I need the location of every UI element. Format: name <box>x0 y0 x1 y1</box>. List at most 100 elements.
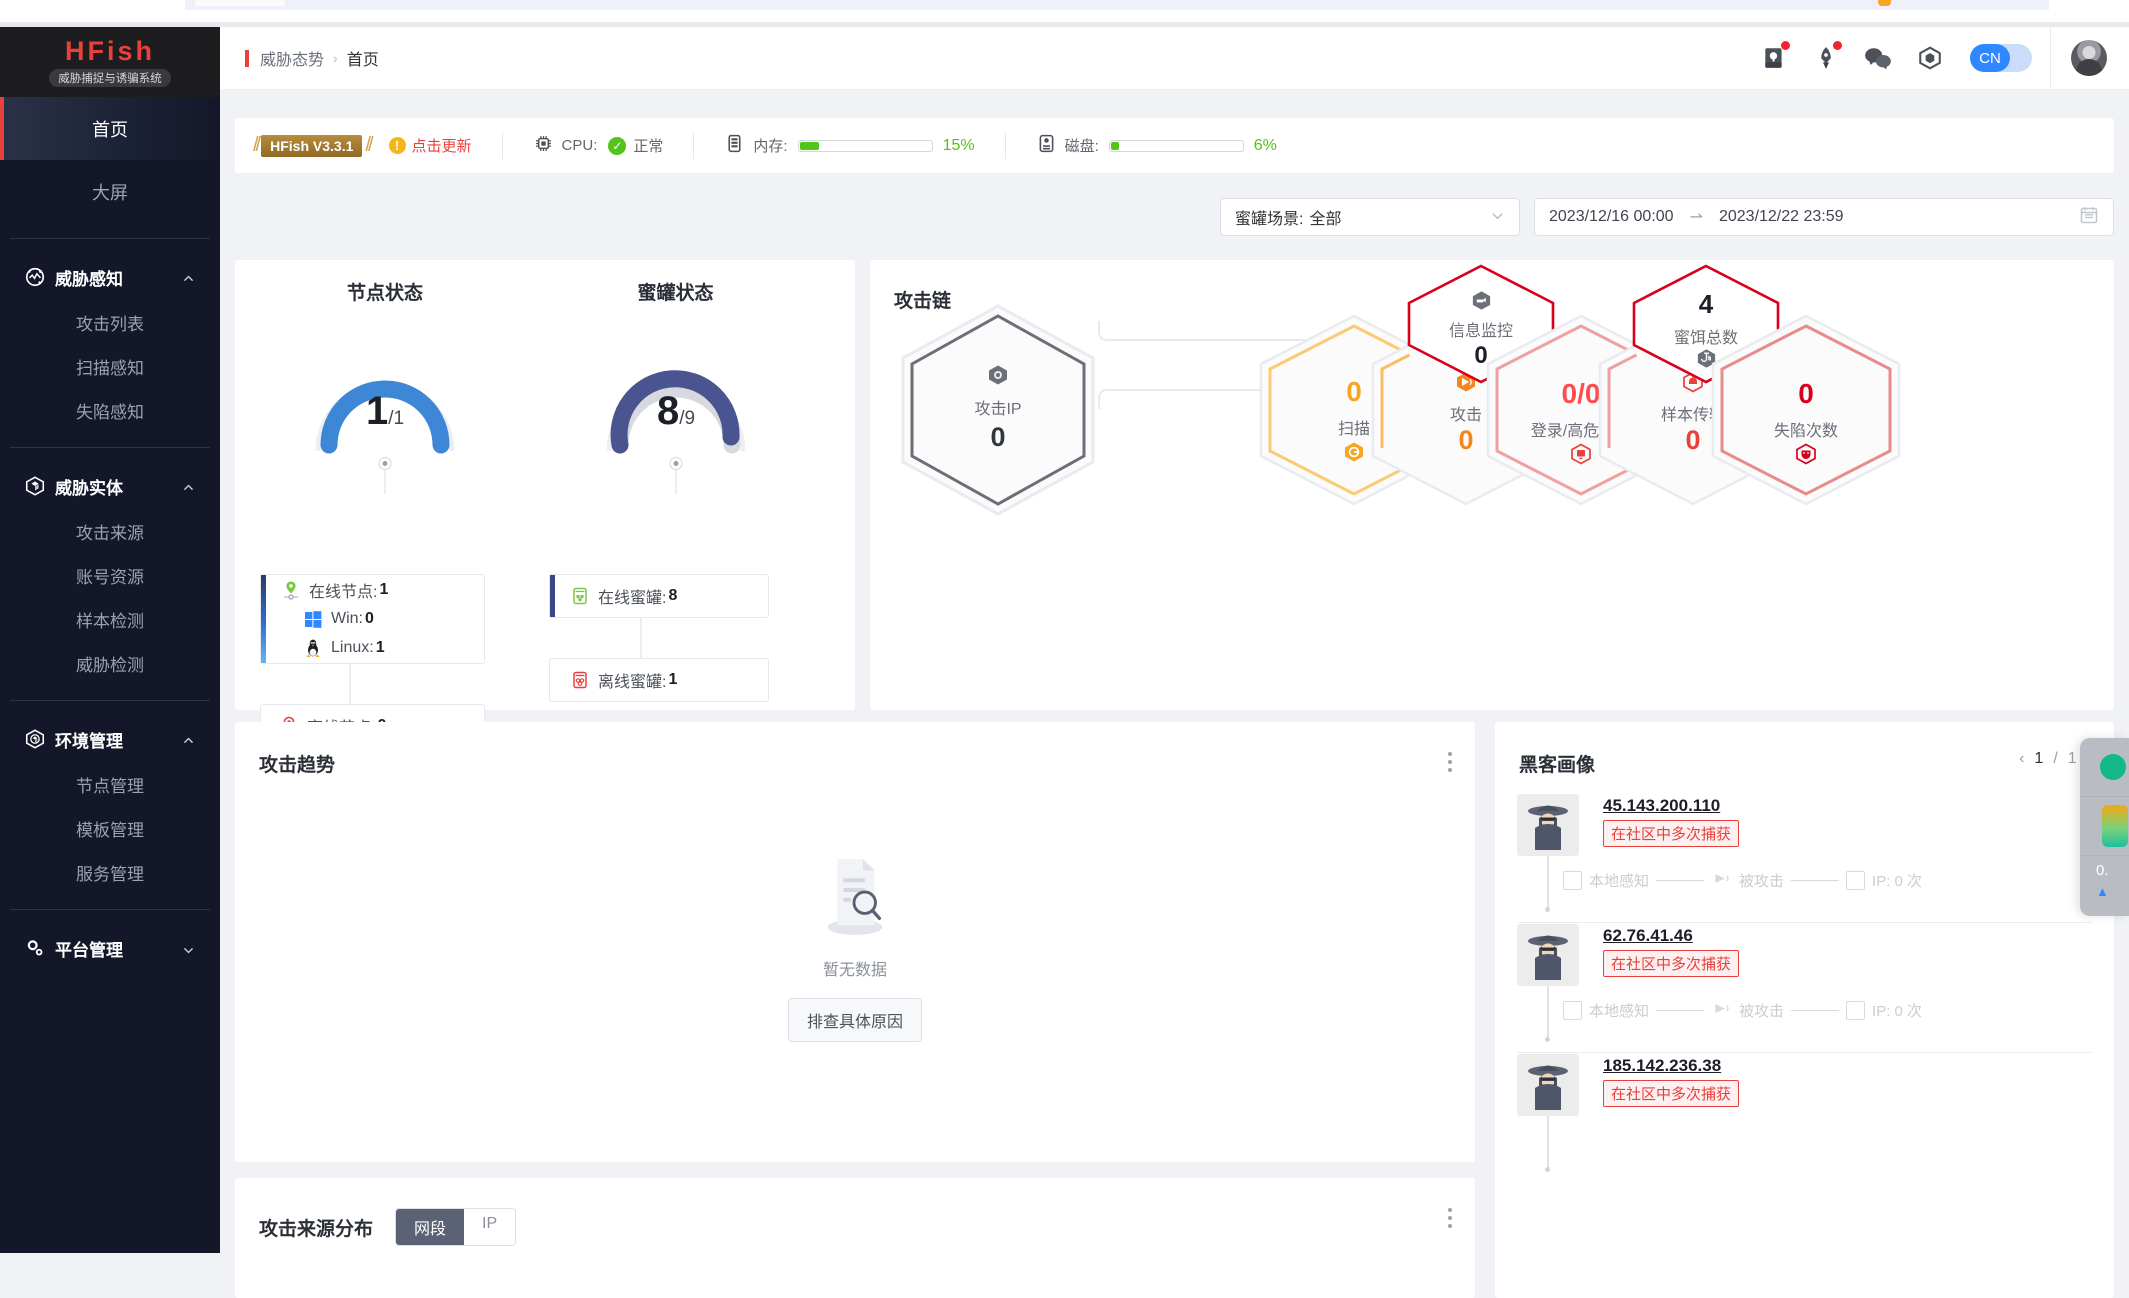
attacked-icon <box>1711 998 1732 1023</box>
version-slash-right: // <box>365 134 373 156</box>
empty-state-text: 暂无数据 <box>822 962 887 979</box>
sidebar-item-home[interactable]: 首页 <box>0 97 220 160</box>
cube-icon <box>24 475 46 497</box>
attacked-icon <box>1711 868 1732 893</box>
memory-bar <box>797 139 933 152</box>
cpu-value: 正常 <box>633 138 664 155</box>
chevron-up-icon <box>182 271 195 284</box>
notification-dot <box>1833 40 1842 50</box>
chain-node-attack-ip[interactable]: 攻击IP 0 <box>888 300 1108 525</box>
system-status-strip: // HFish V3.3.1 // ! 点击更新 CPU: ✓ 正常 内存: … <box>235 118 2114 173</box>
sidebar-item-bigscreen[interactable]: 大屏 <box>0 160 220 223</box>
hacker-ip[interactable]: 185.142.236.38 <box>1603 1056 1721 1076</box>
hexagon-icon[interactable] <box>1904 27 1956 90</box>
honeypot-offline-value: 1 <box>668 671 678 688</box>
node-gauge-number: 1 <box>365 389 389 433</box>
attack-source-segmented-control: 网段 IP <box>395 1208 517 1246</box>
topbar-actions: CN <box>1748 26 2129 90</box>
honeypot-offline-label: 离线蜜罐: <box>598 674 667 691</box>
scene-select-value: 全部 <box>1309 211 1342 228</box>
widget-status-row[interactable] <box>2080 738 2129 797</box>
network-speed-widget[interactable]: 0. ▲ <box>2080 738 2129 916</box>
sidebar-item-label: 服务管理 <box>76 864 144 884</box>
version-slash-left: // <box>253 134 261 156</box>
sidebar-item-label: 攻击列表 <box>76 314 144 334</box>
honeypot-gauge: 8/9 <box>591 327 761 494</box>
hacker-profile-card: 黑客画像 ‹ 1 / 1 › 45.143.200.110 在社区中多次捕获 本… <box>1495 722 2114 1298</box>
sidebar-group-threat-entity[interactable]: 威胁实体 <box>0 463 220 509</box>
hacker-chain-ip: IP: 0 次 <box>1872 1003 1923 1020</box>
breadcrumb-separator: › <box>333 50 338 66</box>
node-box-accent <box>261 575 266 663</box>
chain-attack-ip-label: 攻击IP <box>974 401 1022 418</box>
sidebar-item-attack-source[interactable]: 攻击来源 <box>0 509 220 553</box>
disk-percent: 6% <box>1253 136 1277 154</box>
honeypot-gauge-value: 8/9 <box>591 389 761 434</box>
wechat-icon[interactable] <box>1852 27 1904 90</box>
breadcrumb: 威胁态势 › 首页 <box>245 46 379 70</box>
empty-state: 暂无数据 排查具体原因 <box>235 847 1475 1042</box>
language-toggle[interactable]: CN <box>1970 44 2032 72</box>
sidebar-item-account-resource[interactable]: 账号资源 <box>0 553 220 597</box>
node-online-row: 在线节点: 1 <box>281 575 388 604</box>
sidebar-item-label: 模板管理 <box>76 820 144 840</box>
avatar[interactable] <box>2071 40 2107 76</box>
ip-count-icon <box>1846 871 1866 890</box>
cpu-status: CPU: ✓ 正常 <box>533 133 664 158</box>
attack-source-menu[interactable] <box>1448 1208 1453 1232</box>
chevron-up-icon <box>182 480 195 493</box>
update-button[interactable]: ! 点击更新 <box>388 135 472 156</box>
honeypot-online-label: 在线蜜罐: <box>598 590 667 607</box>
widget-gauge-row[interactable] <box>2080 797 2129 856</box>
node-win-row: Win: 0 <box>303 604 374 633</box>
windows-icon <box>303 609 323 629</box>
disk-icon <box>1036 133 1057 158</box>
honeypot-gauge-knob <box>669 457 683 470</box>
widget-speed-row[interactable]: 0. ▲ <box>2080 856 2129 915</box>
node-gauge-value: 1/1 <box>300 389 470 434</box>
node-gauge: 1/1 <box>300 327 470 494</box>
browser-tab[interactable] <box>195 0 285 6</box>
node-win-label: Win: <box>331 609 363 627</box>
sidebar-item-service-management[interactable]: 服务管理 <box>0 850 220 894</box>
hacker-stem <box>1545 986 1550 1042</box>
troubleshoot-button[interactable]: 排查具体原因 <box>787 998 922 1042</box>
memory-label: 内存: <box>753 138 788 155</box>
node-linux-row: Linux: 1 <box>303 634 385 663</box>
rocket-icon[interactable] <box>1800 27 1852 90</box>
hacker-chain-ip: IP: 0 次 <box>1872 873 1923 890</box>
breadcrumb-parent[interactable]: 威胁态势 <box>260 46 324 70</box>
pager-divider: / <box>2053 750 2058 767</box>
sidebar-item-sample-detection[interactable]: 样本检测 <box>0 597 220 641</box>
strip-divider <box>501 132 503 159</box>
online-node-icon <box>281 580 301 600</box>
knowledge-icon[interactable] <box>1748 27 1800 90</box>
sidebar-item-attack-list[interactable]: 攻击列表 <box>0 300 220 344</box>
sidebar-item-node-management[interactable]: 节点管理 <box>0 762 220 806</box>
browser-extension-icon[interactable] <box>1878 0 1891 6</box>
honeypot-offline-row: 离线蜜罐: 1 <box>570 665 677 695</box>
sidebar-group-env-management[interactable]: 环境管理 <box>0 716 220 762</box>
hacker-ip[interactable]: 62.76.41.46 <box>1603 926 1693 946</box>
attack-trend-menu[interactable] <box>1448 752 1453 776</box>
sidebar-group-platform-management[interactable]: 平台管理 <box>0 925 220 971</box>
pager-prev-icon[interactable]: ‹ <box>2019 750 2024 768</box>
honeypot-offline-box: 离线蜜罐: 1 <box>549 658 769 702</box>
hacker-chain-local: 本地感知 <box>1589 873 1650 890</box>
sidebar-item-threat-detection[interactable]: 威胁检测 <box>0 641 220 685</box>
sidebar-item-scan-perception[interactable]: 扫描感知 <box>0 344 220 388</box>
sidebar-item-compromise-perception[interactable]: 失陷感知 <box>0 388 220 432</box>
calendar-icon[interactable] <box>2079 205 2099 230</box>
segment-network[interactable]: 网段 <box>396 1209 465 1245</box>
segment-ip[interactable]: IP <box>464 1209 516 1245</box>
honeypot-gauge-total: /9 <box>679 408 696 429</box>
hacker-stem <box>1545 1116 1550 1172</box>
chain-node-compromise[interactable]: 0 失陷次数 <box>1706 312 1906 513</box>
status-dot-icon <box>2100 754 2126 780</box>
app-logo[interactable]: HFish 威胁捕捉与诱骗系统 <box>0 27 220 97</box>
sidebar-group-threat-perception[interactable]: 威胁感知 <box>0 254 220 300</box>
memory-bar-fill <box>799 141 820 150</box>
sidebar-item-label: 账号资源 <box>76 567 144 587</box>
hacker-ip[interactable]: 45.143.200.110 <box>1603 796 1720 816</box>
sidebar-item-template-management[interactable]: 模板管理 <box>0 806 220 850</box>
